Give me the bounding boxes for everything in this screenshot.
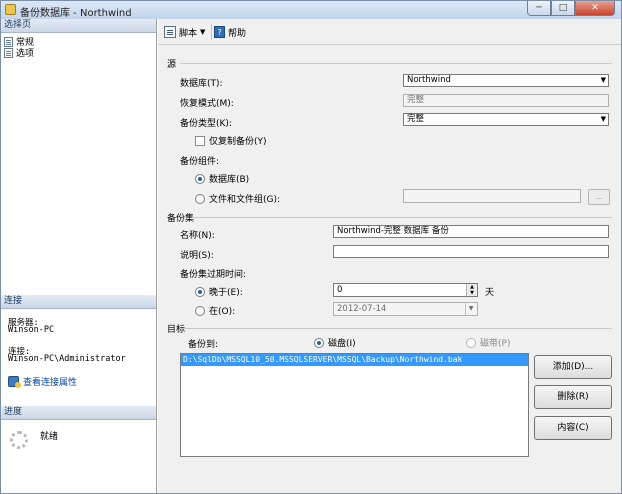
add-button[interactable]: 添加(D)... [534, 355, 612, 379]
divider [182, 328, 612, 329]
source-group-title: 源 [167, 60, 177, 70]
radio-button[interactable] [195, 305, 205, 316]
page-icon [4, 47, 13, 58]
page-options[interactable]: 选项 [4, 47, 35, 59]
days-label: 天 [485, 288, 495, 298]
toolbar: 脚本 ▼ ? 帮助 [158, 19, 621, 45]
expire-days-value: 0 [337, 285, 343, 295]
left-pane: 选择页 常规 选项 连接 服务器: Winson-PC 连接: Winson-P… [1, 19, 157, 493]
radio-tape-label: 磁带(P) [480, 339, 511, 349]
spin-arrows-icon[interactable]: ▲ ▼ [466, 284, 477, 296]
page-options-label: 选项 [16, 49, 35, 59]
connection-properties-icon [8, 376, 21, 388]
maximize-button[interactable]: □ [551, 1, 575, 16]
description-input[interactable] [333, 245, 609, 258]
expire-days-stepper[interactable]: 0 ▲ ▼ [333, 283, 478, 297]
backup-type-value: 完整 [407, 114, 425, 124]
backup-component-label: 备份组件: [180, 157, 220, 167]
backup-type-select[interactable]: 完整 ▼ [403, 113, 609, 126]
copy-only-checkbox[interactable]: 仅复制备份(Y) [195, 134, 267, 147]
radio-button-selected[interactable] [314, 337, 324, 348]
title-bar[interactable]: 备份数据库 - Northwind ─ □ ✕ [1, 1, 621, 19]
help-button[interactable]: ? 帮助 [214, 25, 246, 39]
radio-files-filegroups[interactable]: 文件和文件组(G): [195, 192, 280, 205]
radio-on-label: 在(O): [209, 307, 236, 317]
radio-after-label: 晚于(E): [209, 288, 243, 298]
dialog-client: 选择页 常规 选项 连接 服务器: Winson-PC 连接: Winson-P… [1, 19, 621, 493]
list-item[interactable]: D:\SqlDb\MSSQL10_50.MSSQLSERVER\MSSQL\Ba… [181, 354, 528, 366]
contents-button[interactable]: 内容(C) [534, 416, 612, 440]
radio-button [466, 337, 476, 348]
connection-value: Winson-PC\Administrator [8, 354, 126, 364]
script-button[interactable]: 脚本 ▼ [164, 25, 205, 39]
recovery-model-value: 完整 [407, 95, 425, 105]
backup-type-label: 备份类型(K): [180, 119, 232, 129]
chevron-down-icon: ▼ [600, 76, 606, 84]
toolbar-separator [211, 24, 212, 40]
copy-only-label: 仅复制备份(Y) [209, 137, 267, 147]
radio-database[interactable]: 数据库(B) [195, 172, 249, 185]
backup-to-label: 备份到: [188, 340, 219, 350]
radio-button-selected[interactable] [195, 286, 205, 297]
database-select-value: Northwind [407, 75, 451, 85]
radio-button[interactable] [195, 193, 205, 204]
radio-disk[interactable]: 磁盘(I) [314, 336, 356, 349]
expire-date-picker: 2012-07-14 ▼ [333, 302, 478, 316]
page-icon [4, 36, 13, 47]
recovery-model-field: 完整 [403, 94, 609, 107]
server-value: Winson-PC [8, 325, 55, 335]
name-label: 名称(N): [180, 231, 215, 241]
close-button[interactable]: ✕ [575, 1, 615, 16]
browse-files-button[interactable]: ... [588, 189, 610, 205]
chevron-down-icon: ▼ [600, 115, 606, 123]
radio-button-selected[interactable] [195, 173, 205, 184]
radio-database-label: 数据库(B) [209, 175, 250, 185]
recovery-model-label: 恢复模式(M): [180, 99, 234, 109]
expire-date-value: 2012-07-14 [337, 304, 387, 314]
radio-disk-label: 磁盘(I) [328, 339, 356, 349]
radio-tape: 磁带(P) [466, 336, 510, 349]
description-label: 说明(S): [180, 251, 214, 261]
backup-database-window: 备份数据库 - Northwind ─ □ ✕ 选择页 常规 选项 连接 服务器… [0, 0, 622, 494]
select-page-header: 选择页 [1, 19, 156, 33]
progress-status: 就绪 [40, 432, 59, 442]
database-select[interactable]: Northwind ▼ [403, 74, 609, 87]
chevron-down-icon: ▼ [200, 28, 206, 36]
script-label: 脚本 [179, 28, 198, 39]
view-connection-properties-label: 查看连接属性 [23, 378, 78, 388]
divider [180, 63, 612, 64]
divider [192, 217, 612, 218]
window-title: 备份数据库 - Northwind [20, 8, 132, 19]
progress-header: 进度 [1, 406, 156, 420]
expiration-label: 备份集过期时间: [180, 270, 247, 280]
checkbox-box[interactable] [195, 135, 205, 146]
right-pane: 脚本 ▼ ? 帮助 源 数据库(T): Northwind ▼ 恢复模式(M):… [158, 19, 621, 493]
destination-list[interactable]: D:\SqlDb\MSSQL10_50.MSSQLSERVER\MSSQL\Ba… [180, 353, 529, 457]
database-icon [5, 4, 16, 15]
script-icon [164, 26, 176, 38]
help-label: 帮助 [228, 28, 247, 39]
view-connection-properties-link[interactable]: 查看连接属性 [8, 375, 77, 388]
connection-header: 连接 [1, 295, 156, 309]
window-controls: ─ □ ✕ [527, 1, 615, 16]
database-label: 数据库(T): [180, 79, 223, 89]
help-icon: ? [214, 26, 225, 38]
backup-set-group-title: 备份集 [167, 214, 195, 224]
radio-on[interactable]: 在(O): [195, 304, 235, 317]
backup-name-input[interactable]: Northwind-完整 数据库 备份 [333, 225, 609, 238]
chevron-down-icon: ▼ [465, 303, 476, 315]
radio-after[interactable]: 晚于(E): [195, 285, 243, 298]
remove-button[interactable]: 删除(R) [534, 385, 612, 409]
progress-spinner-icon [10, 431, 28, 449]
radio-files-label: 文件和文件组(G): [209, 195, 281, 205]
files-field [403, 189, 581, 203]
minimize-button[interactable]: ─ [527, 1, 551, 16]
